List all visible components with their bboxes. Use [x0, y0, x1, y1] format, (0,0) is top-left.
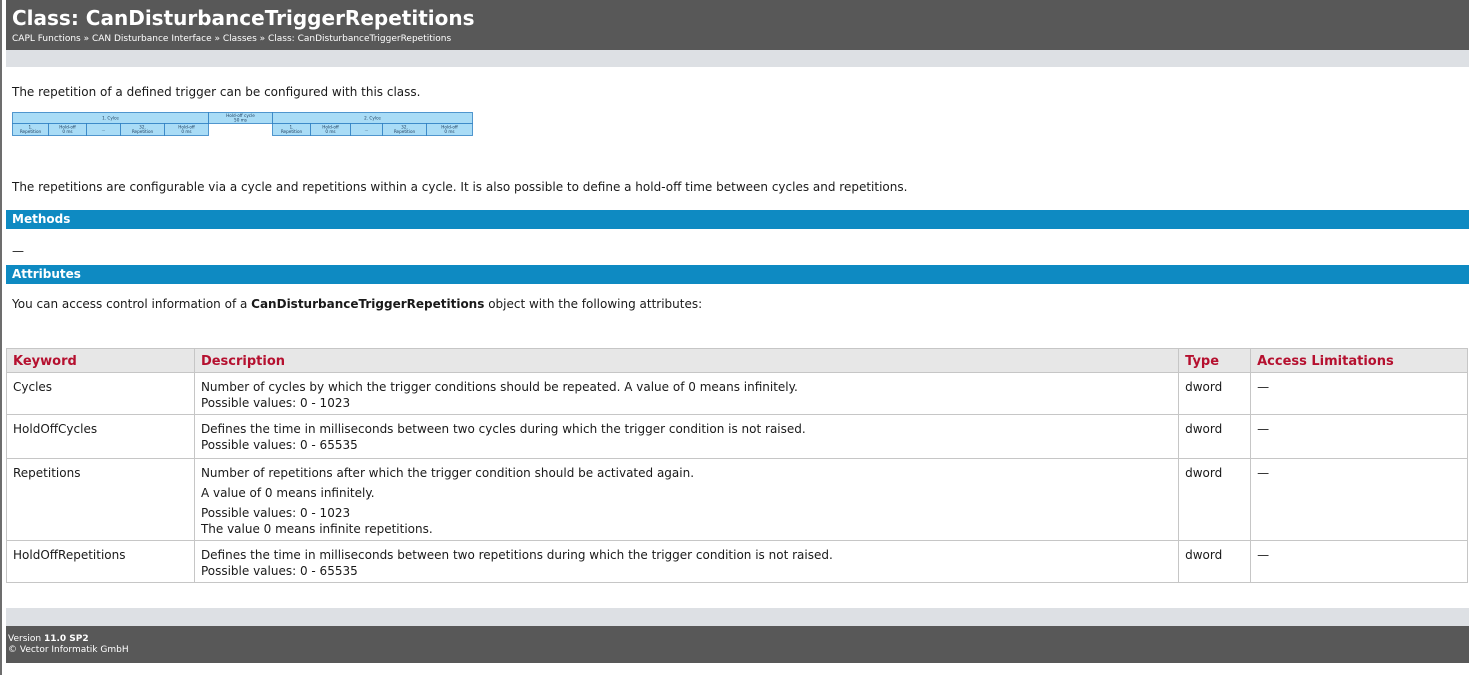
- content: The repetition of a defined trigger can …: [6, 67, 1469, 195]
- keyword-cell: HoldOffCycles: [6, 414, 195, 459]
- description-cell: Number of repetitions after which the tr…: [193, 458, 1180, 541]
- description-cell: Defines the time in milliseconds between…: [193, 540, 1180, 583]
- attributes-table: Keyword Description Type Access Limitati…: [6, 348, 1468, 583]
- description-line: Defines the time in milliseconds between…: [200, 422, 806, 436]
- description-line: Possible values: 0 - 65535: [200, 564, 358, 578]
- description-text: The repetitions are configurable via a c…: [12, 180, 908, 194]
- description-cell: Defines the time in milliseconds between…: [193, 414, 1180, 459]
- access-cell: —: [1250, 540, 1468, 583]
- attributes-intro-class: CanDisturbanceTriggerRepetitions: [251, 297, 485, 311]
- column-header-access-limitations: Access Limitations: [1250, 348, 1468, 373]
- methods-heading: Methods: [6, 210, 1469, 229]
- table-row: Repetitions Number of repetitions after …: [6, 458, 1468, 541]
- repetition-diagram: 1. Cylce Hold-off cycle 50 ms 2. Cylce 1…: [12, 110, 1469, 148]
- keyword-cell: Cycles: [6, 372, 195, 415]
- cycle-1-label: 1. Cylce: [102, 116, 119, 121]
- breadcrumb: CAPL Functions » CAN Disturbance Interfa…: [12, 33, 1469, 45]
- page-title: Class: CanDisturbanceTriggerRepetitions: [12, 6, 475, 30]
- breadcrumb-link-classes[interactable]: Classes: [223, 34, 257, 44]
- footer-version-number: 11.0 SP2: [43, 634, 89, 644]
- sub-header-bar: [6, 50, 1469, 67]
- attributes-intro-before: You can access control information of a: [12, 297, 252, 311]
- keyword-cell: HoldOffRepetitions: [6, 540, 195, 583]
- holdoff-value: 0 ms: [62, 129, 72, 134]
- cycle-2-label: 2. Cylce: [364, 116, 381, 121]
- description-line: Number of repetitions after which the tr…: [200, 466, 695, 480]
- table-header-row: Keyword Description Type Access Limitati…: [6, 348, 1468, 373]
- column-header-keyword: Keyword: [6, 348, 195, 373]
- column-header-type: Type: [1178, 348, 1252, 373]
- breadcrumb-link-can-disturbance-interface[interactable]: CAN Disturbance Interface: [92, 34, 212, 44]
- page: Class: CanDisturbanceTriggerRepetitions …: [6, 0, 1469, 324]
- footer-version: Version 11.0 SP2: [8, 634, 1469, 645]
- description-line: Defines the time in milliseconds between…: [200, 548, 833, 562]
- holdoff-value: 0 ms: [444, 129, 454, 134]
- left-border: [0, 0, 2, 675]
- description-line: A value of 0 means infinitely.: [200, 486, 375, 500]
- holdoff-value: 0 ms: [325, 129, 335, 134]
- description-line: Number of cycles by which the trigger co…: [200, 380, 798, 394]
- methods-empty: —: [12, 244, 24, 258]
- description-line: Possible values: 0 - 65535: [200, 438, 358, 452]
- breadcrumb-separator: »: [211, 34, 223, 44]
- footer-version-label: Version: [8, 634, 44, 644]
- ellipsis-label: ...: [365, 127, 369, 132]
- attributes-heading: Attributes: [6, 265, 1469, 284]
- repetition-last-label: Repetition: [132, 129, 154, 134]
- intro-text: The repetition of a defined trigger can …: [12, 85, 421, 99]
- breadcrumb-current: Class: CanDisturbanceTriggerRepetitions: [268, 34, 452, 44]
- access-cell: —: [1250, 458, 1468, 541]
- type-cell: dword: [1178, 414, 1252, 459]
- description-line: Possible values: 0 - 1023: [200, 396, 351, 410]
- access-cell: —: [1250, 372, 1468, 415]
- description-line: Possible values: 0 - 1023: [200, 506, 351, 520]
- repetition-first-label: Repetition: [20, 129, 42, 134]
- ellipsis-label: ...: [102, 127, 106, 132]
- breadcrumb-separator: »: [256, 34, 268, 44]
- description-line: The value 0 means infinite repetitions.: [200, 522, 433, 536]
- table-row: Cycles Number of cycles by which the tri…: [6, 372, 1468, 415]
- repetition-diagram-svg: 1. Cylce Hold-off cycle 50 ms 2. Cylce 1…: [12, 112, 473, 136]
- breadcrumb-separator: »: [80, 34, 92, 44]
- type-cell: dword: [1178, 458, 1252, 541]
- attributes-intro-after: object with the following attributes:: [484, 297, 703, 311]
- footer-separator-bar: [6, 608, 1469, 626]
- holdoff-value: 0 ms: [181, 129, 191, 134]
- footer: Version 11.0 SP2 © Vector Informatik Gmb…: [6, 626, 1469, 663]
- breadcrumb-link-capl-functions[interactable]: CAPL Functions: [12, 34, 81, 44]
- type-cell: dword: [1178, 540, 1252, 583]
- type-cell: dword: [1178, 372, 1252, 415]
- footer-copyright: © Vector Informatik GmbH: [8, 645, 129, 655]
- attributes-intro: You can access control information of a …: [6, 284, 1469, 324]
- table-row: HoldOffRepetitions Defines the time in m…: [6, 540, 1468, 583]
- column-header-description: Description: [193, 348, 1180, 373]
- description-cell: Number of cycles by which the trigger co…: [193, 372, 1180, 415]
- repetition-last-label: Repetition: [394, 129, 416, 134]
- keyword-cell: Repetitions: [6, 458, 195, 541]
- table-row: HoldOffCycles Defines the time in millis…: [6, 414, 1468, 459]
- holdoff-cycle-value: 50 ms: [234, 118, 247, 123]
- repetition-first-label: Repetition: [281, 129, 303, 134]
- title-bar: Class: CanDisturbanceTriggerRepetitions …: [6, 0, 1469, 50]
- access-cell: —: [1250, 414, 1468, 459]
